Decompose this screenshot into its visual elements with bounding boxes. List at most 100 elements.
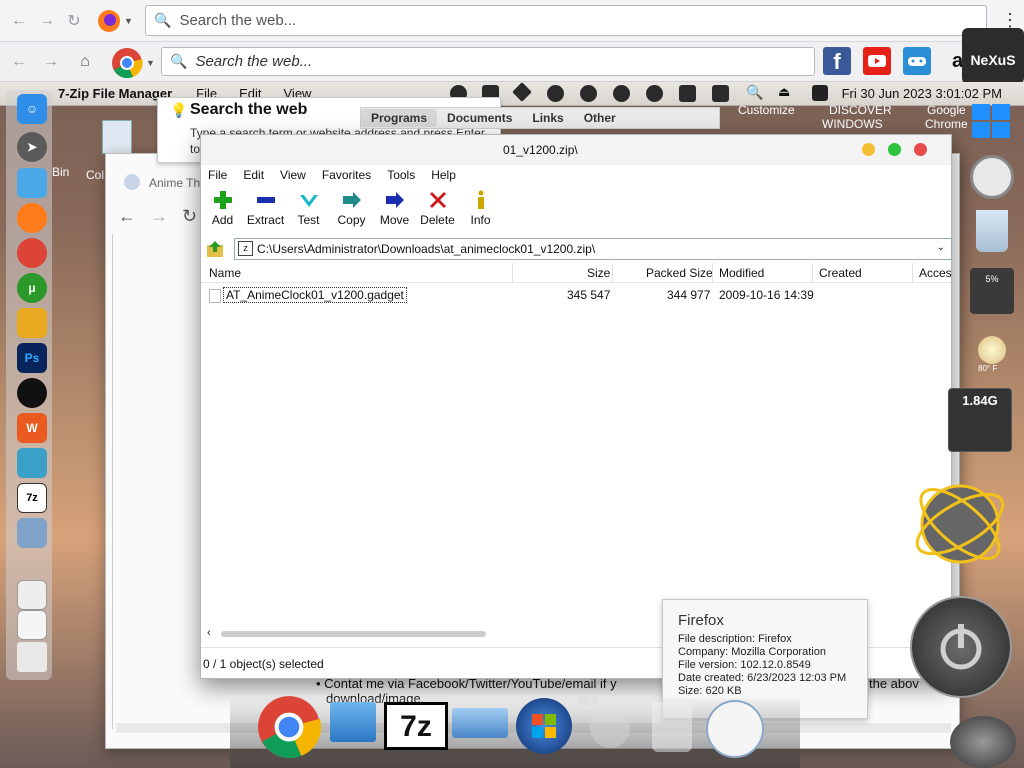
menu-view[interactable]: View xyxy=(280,168,306,182)
back-icon[interactable]: ← xyxy=(8,10,30,32)
copy-button[interactable]: Copy xyxy=(330,187,373,233)
clock-widget-icon[interactable] xyxy=(970,155,1014,199)
utorrent-icon[interactable]: μ xyxy=(17,273,47,303)
finder-icon[interactable]: ☺ xyxy=(17,94,47,124)
gamepad-icon[interactable] xyxy=(903,47,931,75)
tab-documents[interactable]: Documents xyxy=(437,111,522,125)
control-center-icon[interactable] xyxy=(812,85,828,101)
desktop-file-icon[interactable] xyxy=(102,120,132,154)
menu-favorites[interactable]: Favorites xyxy=(322,168,371,182)
power-button[interactable] xyxy=(910,596,1012,698)
chrome-icon[interactable] xyxy=(256,694,322,760)
tray-icon-3[interactable] xyxy=(512,82,532,102)
speaker-widget-icon[interactable] xyxy=(950,716,1016,768)
row-name[interactable]: AT_AnimeClock01_v1200.gadget xyxy=(223,287,407,303)
move-button[interactable]: Move xyxy=(373,187,416,233)
window-thumb-icon[interactable] xyxy=(17,610,47,640)
home-icon[interactable]: ⌂ xyxy=(74,51,96,73)
memory-widget[interactable]: 1.84G xyxy=(948,388,1012,452)
tab-links[interactable]: Links xyxy=(522,111,573,125)
forward-icon[interactable]: → xyxy=(40,51,62,73)
globe-widget-icon[interactable] xyxy=(910,474,1010,574)
col-size[interactable]: Size xyxy=(587,266,610,280)
settings-gear-icon[interactable] xyxy=(590,708,630,748)
tab-programs[interactable]: Programs xyxy=(361,109,438,127)
info-button[interactable]: Info xyxy=(459,187,502,233)
back-icon[interactable]: ← xyxy=(8,51,30,73)
col-accessed[interactable]: Acces xyxy=(919,266,952,280)
close-button[interactable] xyxy=(914,143,927,156)
tray-icon-8[interactable] xyxy=(679,85,696,102)
spotlight-icon[interactable]: 🔍 xyxy=(746,84,763,101)
test-button[interactable]: Test xyxy=(287,187,330,233)
tab-other[interactable]: Other xyxy=(574,111,626,125)
tray-icon-5[interactable] xyxy=(580,85,597,102)
table-row[interactable]: AT_AnimeClock01_v1200.gadget 345 547 344… xyxy=(201,285,951,305)
col-name[interactable]: Name xyxy=(209,266,241,280)
add-button[interactable]: Add xyxy=(201,187,244,233)
7zip-icon[interactable]: 7z xyxy=(384,702,448,750)
chevron-down-icon[interactable]: ▼ xyxy=(146,58,155,68)
reload-icon[interactable]: ↻ xyxy=(63,10,85,32)
keyboard-icon[interactable] xyxy=(452,708,508,738)
firefox-icon[interactable] xyxy=(17,203,47,233)
recycle-bin-icon[interactable] xyxy=(976,210,1008,252)
printer-icon[interactable] xyxy=(17,518,47,548)
extract-button[interactable]: Extract xyxy=(244,187,287,233)
search-input-second[interactable]: 🔍 Search the web... xyxy=(161,47,815,76)
col-separator[interactable] xyxy=(512,263,513,283)
chevron-down-icon[interactable]: ⌄ xyxy=(937,242,945,253)
facebook-icon[interactable]: f xyxy=(823,47,851,75)
tray-icon-7[interactable] xyxy=(646,85,663,102)
nexus-logo[interactable]: NeXuS xyxy=(962,28,1024,84)
col-separator[interactable] xyxy=(912,263,913,283)
menu-tools[interactable]: Tools xyxy=(387,168,415,182)
reload-icon[interactable]: ↻ xyxy=(182,206,197,227)
menu-edit[interactable]: Edit xyxy=(243,168,264,182)
delete-button[interactable]: Delete xyxy=(416,187,459,233)
col-packed-size[interactable]: Packed Size xyxy=(646,266,713,280)
clock-app-icon[interactable] xyxy=(17,378,47,408)
up-folder-icon[interactable] xyxy=(206,240,226,258)
path-input[interactable]: z C:\Users\Administrator\Downloads\at_an… xyxy=(234,238,952,260)
back-icon[interactable]: ← xyxy=(118,206,136,227)
bg-tab-title[interactable]: Anime Th xyxy=(149,176,200,190)
tray-icon-4[interactable] xyxy=(547,85,564,102)
7zip-icon[interactable]: 7z xyxy=(17,483,47,513)
chrome-icon[interactable] xyxy=(17,238,47,268)
tray-icon-9[interactable] xyxy=(712,85,729,102)
folder-icon[interactable] xyxy=(17,168,47,198)
col-created[interactable]: Created xyxy=(819,266,862,280)
tray-icon-6[interactable] xyxy=(613,85,630,102)
window-titlebar[interactable]: 01_v1200.zip\ xyxy=(201,135,951,165)
window-thumb-icon[interactable] xyxy=(17,580,47,610)
menu-file[interactable]: File xyxy=(208,168,227,182)
scrollbar-thumb[interactable] xyxy=(221,631,486,637)
menu-help[interactable]: Help xyxy=(431,168,456,182)
photoshop-icon[interactable]: Ps xyxy=(17,343,47,373)
chrome-icon[interactable] xyxy=(111,47,143,79)
youtube-icon[interactable] xyxy=(863,47,891,75)
minimize-button[interactable] xyxy=(862,143,875,156)
eject-icon[interactable]: ⏏ xyxy=(778,84,790,100)
trash-icon[interactable] xyxy=(652,702,692,752)
chevron-down-icon[interactable]: ▼ xyxy=(124,16,133,26)
download-folder-icon[interactable] xyxy=(330,702,376,742)
windows-start-icon[interactable] xyxy=(516,698,572,754)
col-modified[interactable]: Modified xyxy=(719,266,764,280)
forward-icon[interactable]: → xyxy=(36,10,58,32)
firefox-menu-icon[interactable] xyxy=(97,9,121,33)
forward-icon[interactable]: → xyxy=(150,206,168,227)
clock-icon[interactable] xyxy=(706,700,764,758)
media-app-icon[interactable] xyxy=(17,448,47,478)
col-separator[interactable] xyxy=(812,263,813,283)
trash-icon[interactable] xyxy=(17,642,47,672)
windows-logo-icon[interactable] xyxy=(970,102,1012,140)
search-input-top[interactable]: 🔍 Search the web... xyxy=(145,5,987,36)
image-app-icon[interactable] xyxy=(17,308,47,338)
scroll-left-icon[interactable]: ‹ xyxy=(207,627,211,639)
rocket-icon[interactable]: ➤ xyxy=(17,132,47,162)
cpu-meter-widget[interactable]: 5% xyxy=(970,268,1014,314)
maximize-button[interactable] xyxy=(888,143,901,156)
w-app-icon[interactable]: W xyxy=(17,413,47,443)
